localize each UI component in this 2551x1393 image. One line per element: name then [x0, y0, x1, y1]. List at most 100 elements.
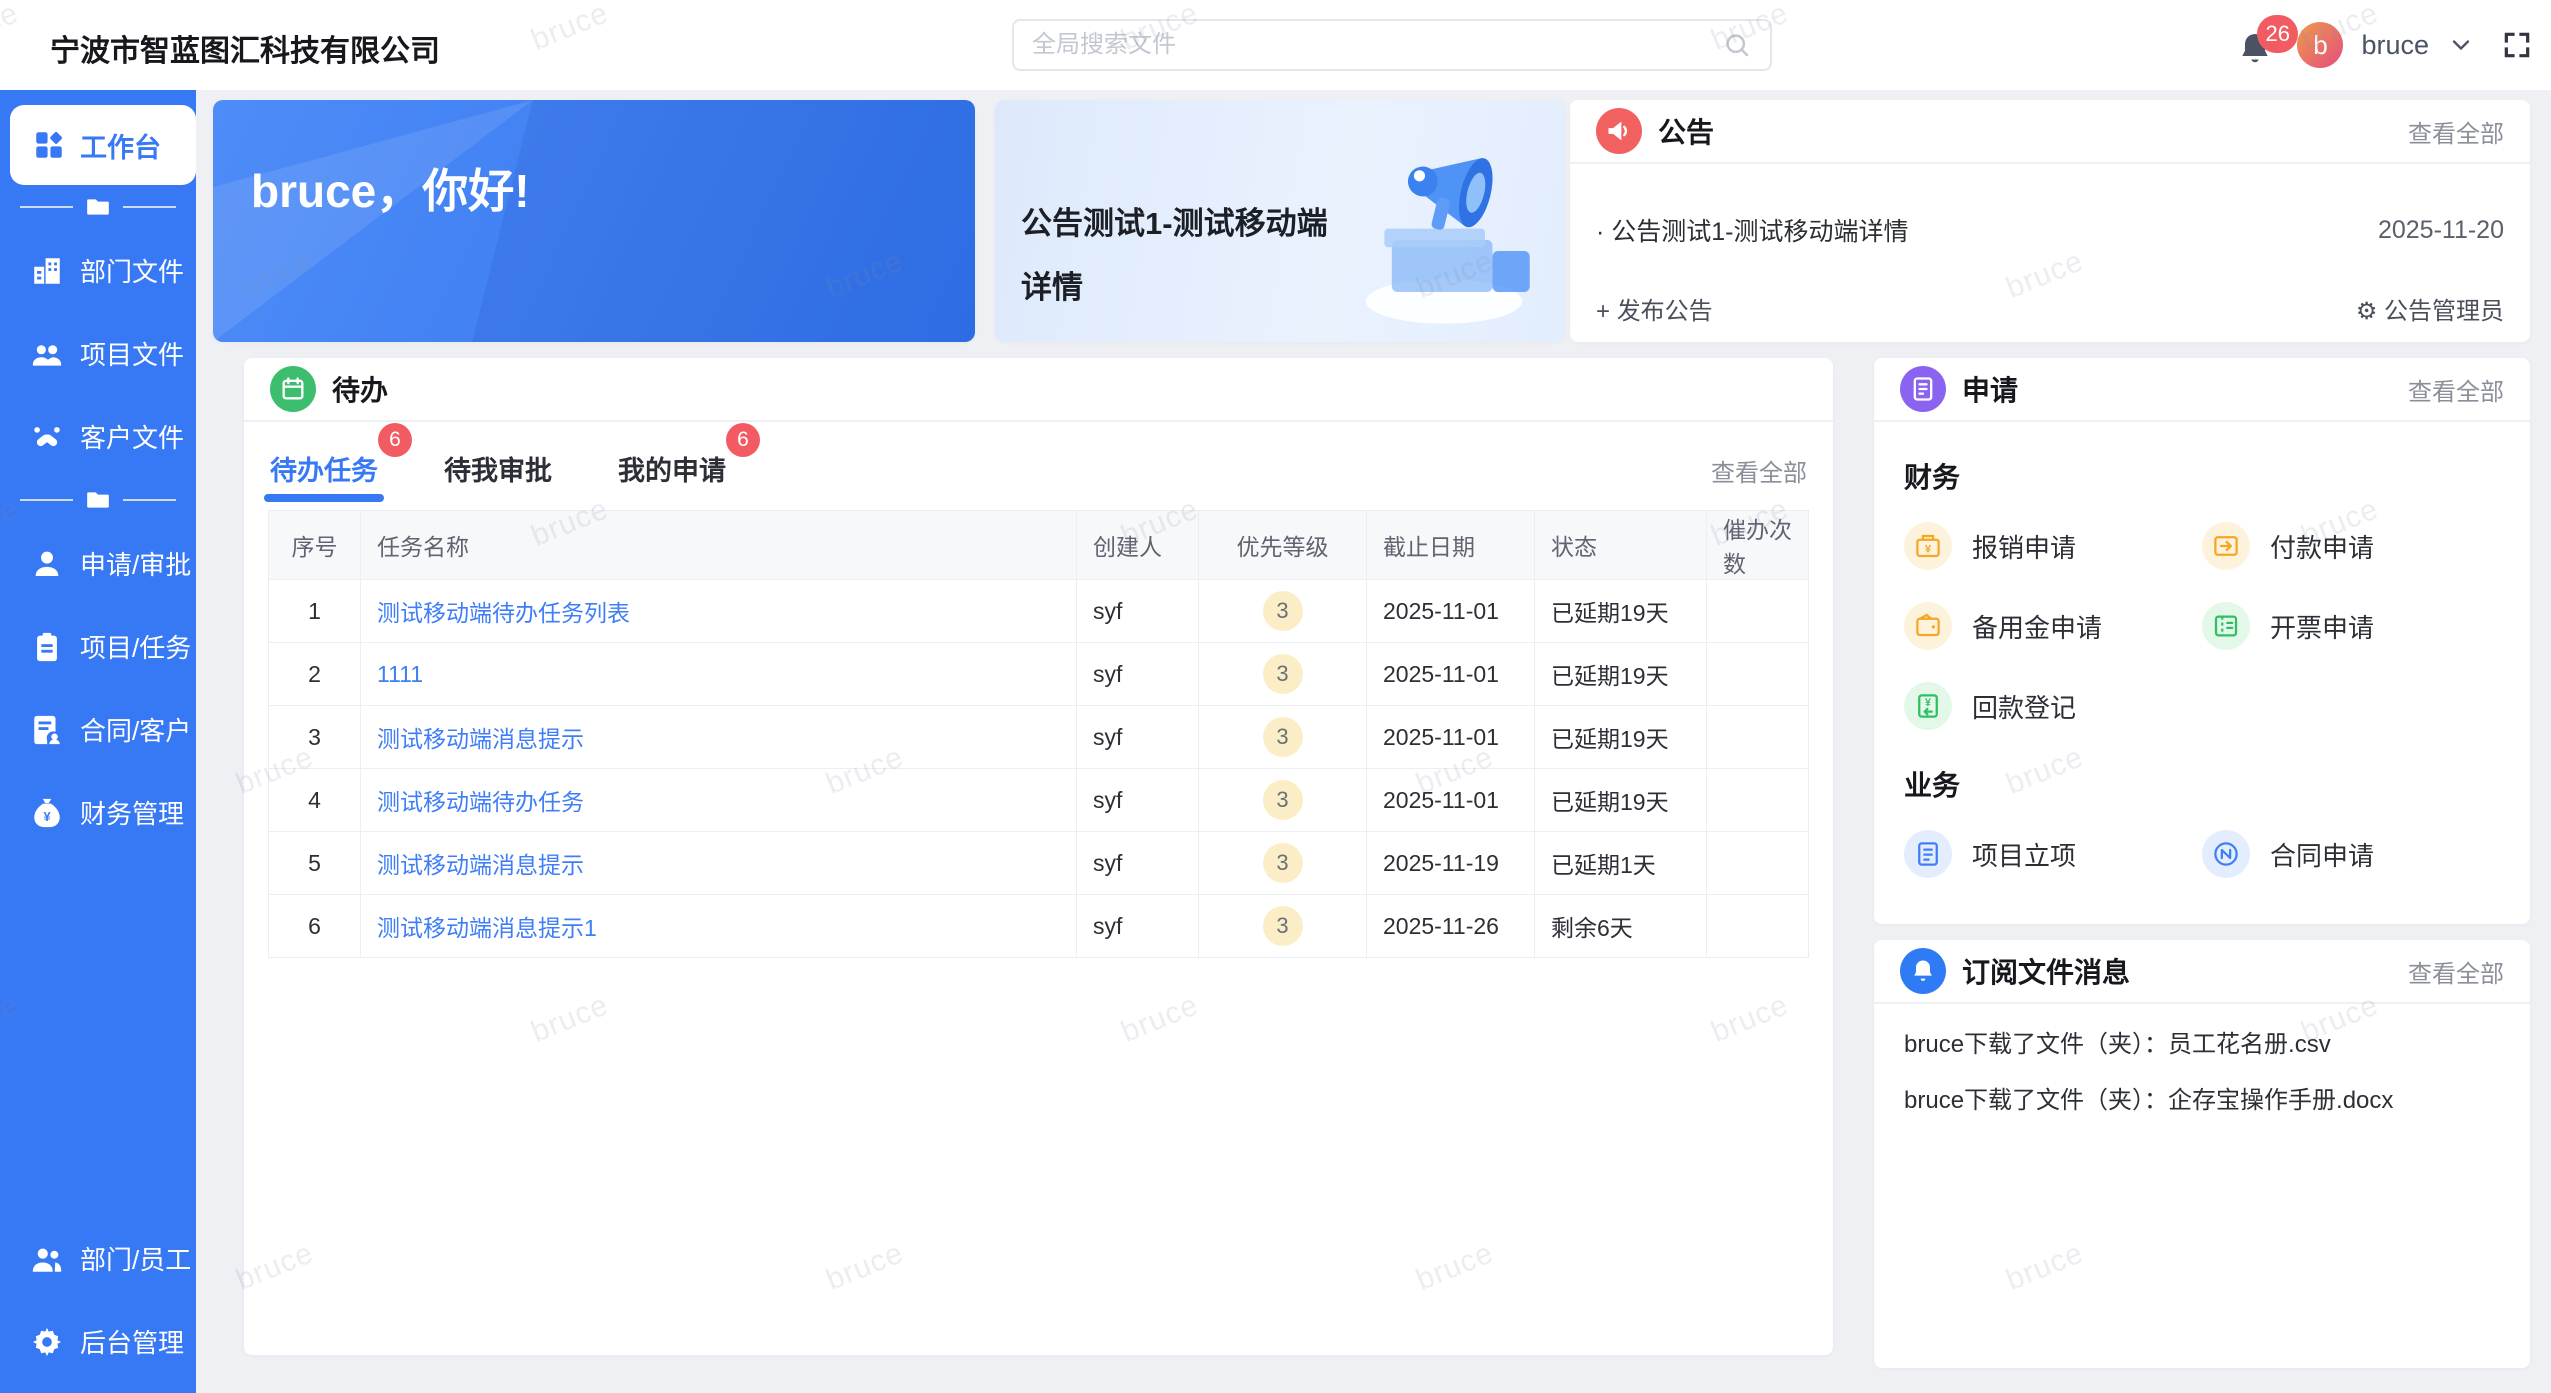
task-link[interactable]: 测试移动端待办任务	[377, 789, 584, 815]
todo-tabs: 待办任务6 待我审批 我的申请6 查看全部	[244, 422, 1833, 510]
cell-deadline: 2025-11-01	[1367, 580, 1535, 643]
divider-line	[123, 206, 176, 208]
todo-table-row: 21111syf32025-11-01已延期19天	[269, 643, 1809, 706]
cell-priority: 3	[1199, 895, 1367, 958]
sidebar-divider	[0, 185, 196, 229]
subscribe-message: bruce下载了文件（夹）：员工花名册.csv	[1904, 1028, 2500, 1062]
project-icon	[1904, 830, 1952, 878]
priority-badge: 3	[1263, 591, 1303, 631]
apply-panel-header: 申请 查看全部	[1874, 358, 2530, 422]
svg-text:¥: ¥	[1925, 697, 1931, 709]
cell-status: 已延期19天	[1535, 580, 1707, 643]
cell-priority: 3	[1199, 706, 1367, 769]
sidebar-item-部门文件[interactable]: 部门文件	[0, 229, 196, 312]
announcement-item-date: 2025-11-20	[2378, 216, 2504, 245]
search-input[interactable]	[1032, 31, 1722, 59]
tab-我的申请[interactable]: 我的申请6	[618, 449, 726, 510]
subscribe-panel: 订阅文件消息 查看全部 bruce下载了文件（夹）：员工花名册.csvbruce…	[1874, 940, 2530, 1368]
announcement-admin-button[interactable]: ⚙ 公告管理员	[2356, 291, 2504, 326]
subscribe-view-all[interactable]: 查看全部	[2408, 954, 2504, 989]
todo-icon	[270, 366, 316, 412]
tab-待我审批[interactable]: 待我审批	[444, 449, 552, 510]
app-备用金申请[interactable]: 备用金申请	[1904, 586, 2202, 666]
invoice-icon	[2202, 602, 2250, 650]
app-报销申请[interactable]: ¥报销申请	[1904, 506, 2202, 586]
todo-panel: 待办 待办任务6 待我审批 我的申请6 查看全部 序号任务名称创建人优先等级截止日期…	[244, 358, 1833, 1355]
app-回款登记[interactable]: ¥ 回款登记	[1904, 666, 2202, 746]
sidebar-item-label: 申请/审批	[80, 545, 191, 582]
publish-announcement-button[interactable]: + 发布公告	[1596, 291, 2356, 326]
sidebar-item-label: 部门/员工	[80, 1240, 191, 1277]
cell-urge-count	[1707, 832, 1809, 895]
priority-badge: 3	[1263, 654, 1303, 694]
sidebar-item-后台管理[interactable]: 后台管理	[0, 1300, 196, 1383]
task-link[interactable]: 测试移动端消息提示	[377, 726, 584, 752]
cell-creator: syf	[1077, 706, 1199, 769]
sidebar-item-申请/审批[interactable]: 申请/审批	[0, 522, 196, 605]
apply-icon	[1900, 366, 1946, 412]
column-header-序号: 序号	[269, 511, 361, 580]
chevron-down-icon[interactable]	[2447, 31, 2475, 59]
cell-task: 测试移动端消息提示	[361, 832, 1077, 895]
todo-table-row: 4测试移动端待办任务syf32025-11-01已延期19天	[269, 769, 1809, 832]
priority-badge: 3	[1263, 906, 1303, 946]
app-开票申请[interactable]: 开票申请	[2202, 586, 2500, 666]
task-link[interactable]: 1111	[377, 661, 423, 687]
todo-table-header-row: 序号任务名称创建人优先等级截止日期状态催办次数	[269, 511, 1809, 580]
sidebar-item-label: 部门文件	[80, 252, 184, 289]
todo-view-all[interactable]: 查看全部	[1711, 453, 1807, 510]
group-label-财务: 财务	[1904, 456, 2500, 496]
notification-bell-button[interactable]: 26	[2235, 21, 2279, 69]
svg-text:¥: ¥	[1925, 543, 1932, 555]
app-付款申请[interactable]: 付款申请	[2202, 506, 2500, 586]
announcement-item[interactable]: · 公告测试1-测试移动端详情 2025-11-20	[1570, 212, 2530, 248]
app-项目立项[interactable]: 项目立项	[1904, 814, 2202, 894]
announcement-panel-header: 公告 查看全部	[1570, 100, 2530, 164]
priority-badge: 3	[1263, 717, 1303, 757]
avatar[interactable]: b	[2297, 22, 2343, 68]
announcement-banner[interactable]: 公告测试1-测试移动端详情	[995, 100, 1565, 342]
app-合同申请[interactable]: 合同申请	[2202, 814, 2500, 894]
app-label: 备用金申请	[1972, 608, 2102, 645]
sidebar-item-合同/客户[interactable]: 合同/客户	[0, 688, 196, 771]
sidebar-bottom-menu: 部门/员工后台管理	[0, 1217, 196, 1383]
user-icon	[30, 547, 64, 581]
sidebar-item-财务管理[interactable]: ¥财务管理	[0, 771, 196, 854]
app-label: 开票申请	[2270, 608, 2374, 645]
announcement-view-all[interactable]: 查看全部	[2408, 114, 2504, 149]
sidebar-item-部门/员工[interactable]: 部门/员工	[0, 1217, 196, 1300]
subscribe-bell-icon	[1900, 948, 1946, 994]
cell-deadline: 2025-11-01	[1367, 643, 1535, 706]
sidebar-item-项目文件[interactable]: 项目文件	[0, 312, 196, 395]
sidebar-item-客户文件[interactable]: 客户文件	[0, 395, 196, 478]
app-label: 回款登记	[1972, 688, 2076, 725]
column-header-创建人: 创建人	[1077, 511, 1199, 580]
sidebar-item-工作台[interactable]: 工作台	[10, 105, 196, 185]
task-link[interactable]: 测试移动端消息提示	[377, 852, 584, 878]
username[interactable]: bruce	[2361, 30, 2429, 61]
announcement-panel: 公告 查看全部 · 公告测试1-测试移动端详情 2025-11-20 + 发布公…	[1570, 100, 2530, 342]
announcement-item-text[interactable]: · 公告测试1-测试移动端详情	[1596, 212, 2378, 248]
apply-view-all[interactable]: 查看全部	[2408, 372, 2504, 407]
tab-待办任务[interactable]: 待办任务6	[270, 449, 378, 510]
team-icon	[30, 337, 64, 371]
sidebar-item-label: 项目文件	[80, 335, 184, 372]
cell-status: 已延期19天	[1535, 706, 1707, 769]
global-search-box[interactable]	[1012, 19, 1772, 71]
header-actions: 26 b bruce	[2235, 0, 2533, 90]
cell-creator: syf	[1077, 769, 1199, 832]
apply-panel-body: 财务¥报销申请付款申请备用金申请开票申请¥回款登记业务项目立项合同申请	[1874, 422, 2530, 894]
cell-deadline: 2025-11-26	[1367, 895, 1535, 958]
fullscreen-icon[interactable]	[2501, 29, 2533, 61]
search-icon[interactable]	[1722, 30, 1752, 60]
task-link[interactable]: 测试移动端待办任务列表	[377, 600, 630, 626]
cell-priority: 3	[1199, 580, 1367, 643]
announcement-panel-footer: + 发布公告 ⚙ 公告管理员	[1570, 291, 2530, 326]
todo-panel-title: 待办	[332, 369, 1807, 409]
sidebar-item-项目/任务[interactable]: 项目/任务	[0, 605, 196, 688]
cell-priority: 3	[1199, 832, 1367, 895]
announcement-banner-title[interactable]: 公告测试1-测试移动端详情	[1021, 192, 1351, 320]
apply-panel-title: 申请	[1962, 369, 2392, 409]
task-link[interactable]: 测试移动端消息提示1	[377, 915, 597, 941]
sidebar-item-label: 工作台	[80, 126, 161, 165]
